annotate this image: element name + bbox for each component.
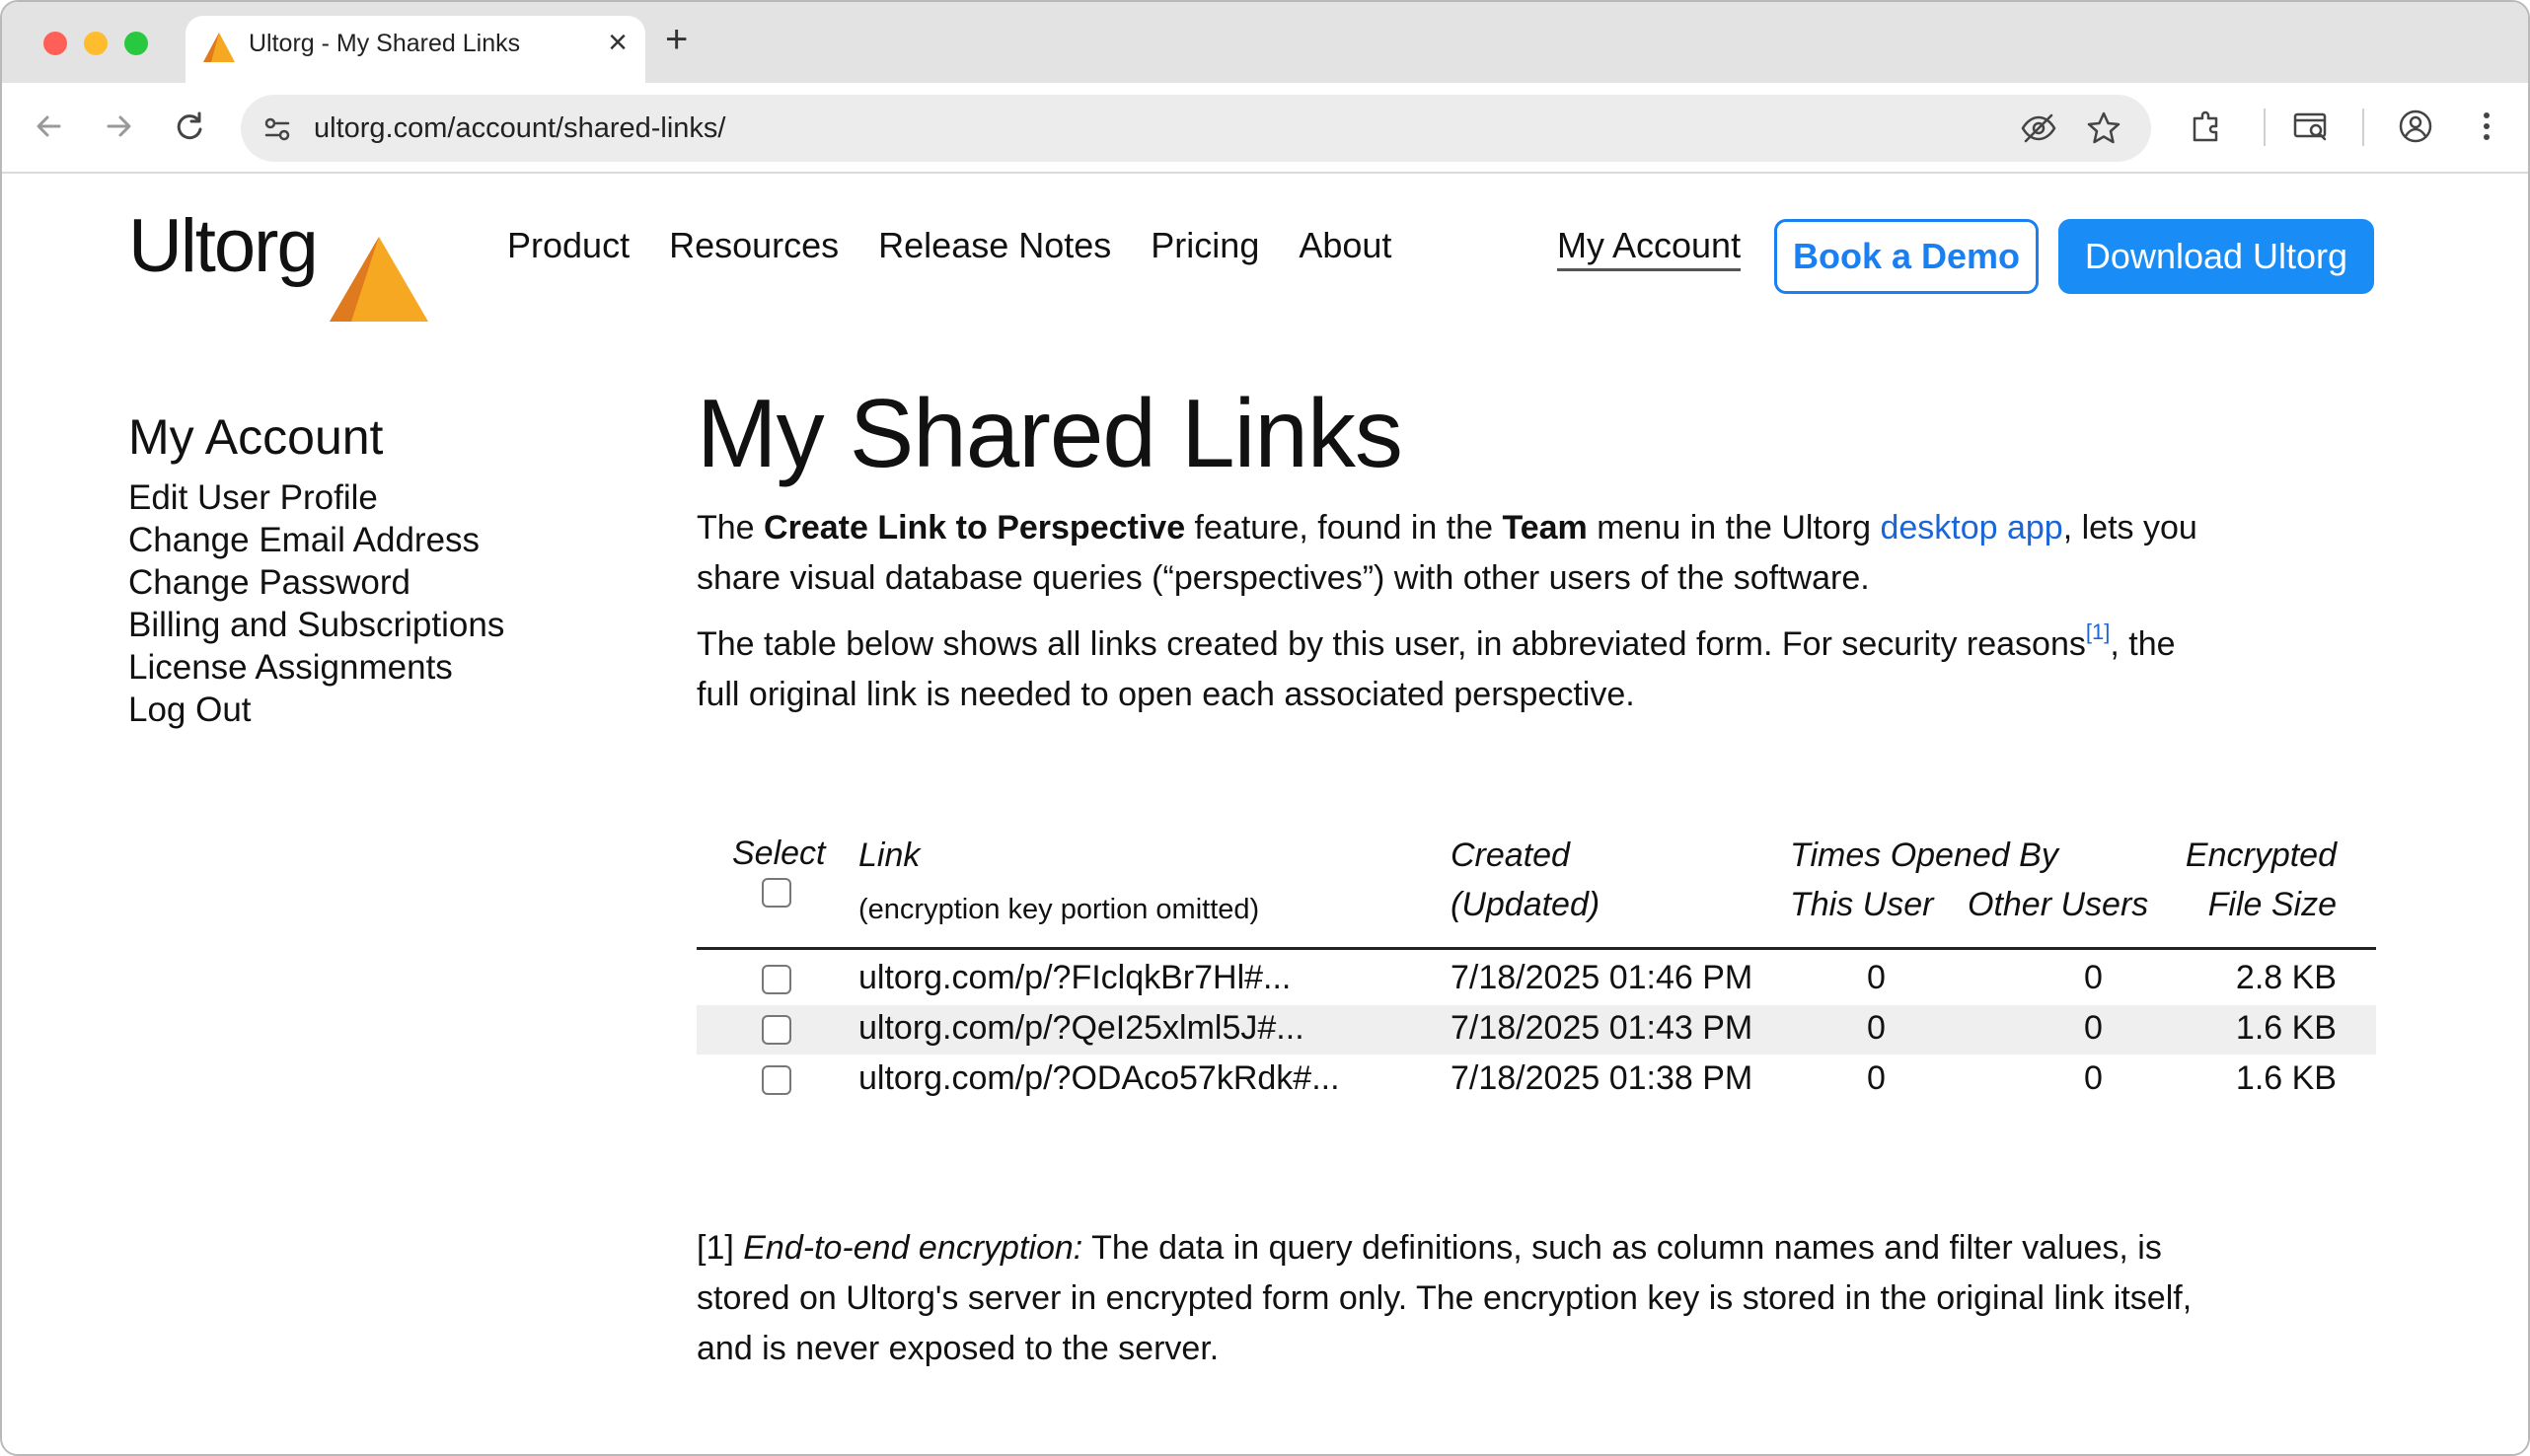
footnote-title: End-to-end encryption: <box>743 1229 1083 1267</box>
table-row: ultorg.com/p/?FIclqkBr7Hl#... 7/18/2025 … <box>697 955 2376 1004</box>
profile-icon[interactable] <box>2394 105 2437 148</box>
site-settings-icon[interactable] <box>260 112 294 151</box>
table-row: ultorg.com/p/?ODAco57kRdk#... 7/18/2025 … <box>697 1056 2376 1105</box>
row-link[interactable]: ultorg.com/p/?ODAco57kRdk#... <box>858 1059 1340 1098</box>
header-select: Select <box>732 835 826 872</box>
row-size: 1.6 KB <box>2235 1009 2337 1047</box>
sidebar-title: My Account <box>128 409 384 465</box>
menu-kebab-icon[interactable] <box>2465 105 2508 148</box>
logo-triangle-icon <box>330 237 428 327</box>
row-checkbox[interactable] <box>762 1015 791 1045</box>
row-other-users: 0 <box>2084 1009 2103 1047</box>
tab-title: Ultorg - My Shared Links <box>249 30 521 57</box>
active-tab[interactable]: Ultorg - My Shared Links × <box>186 16 645 83</box>
row-size: 1.6 KB <box>2235 1059 2337 1097</box>
header-times-opened-by: Times Opened By <box>1790 837 2058 874</box>
desktop-app-link[interactable]: desktop app <box>1880 509 2062 546</box>
footnote: [1] End-to-end encryption: The data in q… <box>697 1229 2193 1367</box>
browser-window: Ultorg - My Shared Links × + ultorg.com/… <box>0 0 2530 1456</box>
row-this-user: 0 <box>1867 959 1886 996</box>
minimize-window-button[interactable] <box>84 32 108 55</box>
new-tab-icon[interactable]: + <box>665 20 688 59</box>
reload-icon[interactable] <box>168 105 211 148</box>
page-title: My Shared Links <box>697 379 1403 487</box>
row-created: 7/18/2025 01:46 PM <box>1451 959 1753 996</box>
row-link[interactable]: ultorg.com/p/?QeI25xlml5J#... <box>858 1009 1304 1048</box>
sidebar-item-billing[interactable]: Billing and Subscriptions <box>128 604 543 646</box>
url-text[interactable]: ultorg.com/account/shared-links/ <box>314 112 725 145</box>
table-row: ultorg.com/p/?QeI25xlml5J#... 7/18/2025 … <box>697 1005 2376 1055</box>
bookmark-star-icon[interactable] <box>2084 109 2123 153</box>
sidebar-item-change-password[interactable]: Change Password <box>128 561 543 604</box>
ultorg-favicon-icon <box>201 30 237 70</box>
header-divider <box>697 947 2376 950</box>
security-paragraph: The table below shows all links created … <box>697 619 2176 713</box>
tab-close-icon[interactable]: × <box>608 26 628 59</box>
row-size: 2.8 KB <box>2235 959 2337 996</box>
toolbar-separator <box>2362 109 2364 146</box>
header-other-users: Other Users <box>1968 886 2149 923</box>
tracking-protection-icon[interactable] <box>2019 109 2058 153</box>
header-updated: (Updated) <box>1451 886 1600 923</box>
row-this-user: 0 <box>1867 1009 1886 1047</box>
tab-search-icon[interactable] <box>2289 105 2333 148</box>
back-icon[interactable] <box>28 105 71 148</box>
main-nav: Product Resources Release Notes Pricing … <box>507 225 1391 266</box>
logo-text: Ultorg <box>128 204 319 288</box>
sidebar-item-edit-profile[interactable]: Edit User Profile <box>128 476 543 519</box>
row-created: 7/18/2025 01:43 PM <box>1451 1009 1753 1047</box>
header-link-sub: (encryption key portion omitted) <box>858 894 1260 925</box>
forward-icon[interactable] <box>97 105 140 148</box>
nav-my-account[interactable]: My Account <box>1557 225 1742 271</box>
nav-product[interactable]: Product <box>507 225 630 266</box>
book-demo-button[interactable]: Book a Demo <box>1774 219 2039 294</box>
nav-resources[interactable]: Resources <box>669 225 839 266</box>
header-created: Created <box>1451 837 1570 874</box>
row-this-user: 0 <box>1867 1059 1886 1097</box>
row-checkbox[interactable] <box>762 965 791 994</box>
address-bar[interactable]: ultorg.com/account/shared-links/ <box>241 95 2151 162</box>
header-this-user: This User <box>1790 886 1934 923</box>
sidebar-item-change-email[interactable]: Change Email Address <box>128 519 543 561</box>
account-sidebar: My Account Edit User Profile Change Emai… <box>128 410 543 731</box>
row-created: 7/18/2025 01:38 PM <box>1451 1059 1753 1097</box>
row-other-users: 0 <box>2084 1059 2103 1097</box>
header-link: Link <box>858 837 921 874</box>
row-checkbox[interactable] <box>762 1065 791 1095</box>
nav-about[interactable]: About <box>1299 225 1391 266</box>
nav-release-notes[interactable]: Release Notes <box>878 225 1111 266</box>
main-content: My Shared Links The Create Link to Persp… <box>697 379 2394 736</box>
row-other-users: 0 <box>2084 959 2103 996</box>
browser-toolbar: ultorg.com/account/shared-links/ <box>2 83 2528 174</box>
page-viewport: Ultorg Product Resources Release Notes P… <box>2 174 2528 1454</box>
toolbar-separator <box>2264 109 2266 146</box>
site-logo[interactable]: Ultorg <box>128 201 434 322</box>
zoom-window-button[interactable] <box>124 32 148 55</box>
extensions-icon[interactable] <box>2185 105 2228 148</box>
close-window-button[interactable] <box>43 32 67 55</box>
header-file-size: File Size <box>2207 886 2337 923</box>
select-all-checkbox[interactable] <box>762 878 791 908</box>
nav-pricing[interactable]: Pricing <box>1151 225 1259 266</box>
intro-paragraph: The Create Link to Perspective feature, … <box>697 508 2197 597</box>
tab-strip: Ultorg - My Shared Links × + <box>2 2 2528 83</box>
row-link[interactable]: ultorg.com/p/?FIclqkBr7Hl#... <box>858 959 1291 997</box>
download-button[interactable]: Download Ultorg <box>2058 219 2374 294</box>
sidebar-item-logout[interactable]: Log Out <box>128 689 543 731</box>
header-encrypted: Encrypted <box>2185 837 2337 874</box>
sidebar-item-licenses[interactable]: License Assignments <box>128 646 543 689</box>
footnote-ref-link[interactable]: [1] <box>2086 619 2110 644</box>
